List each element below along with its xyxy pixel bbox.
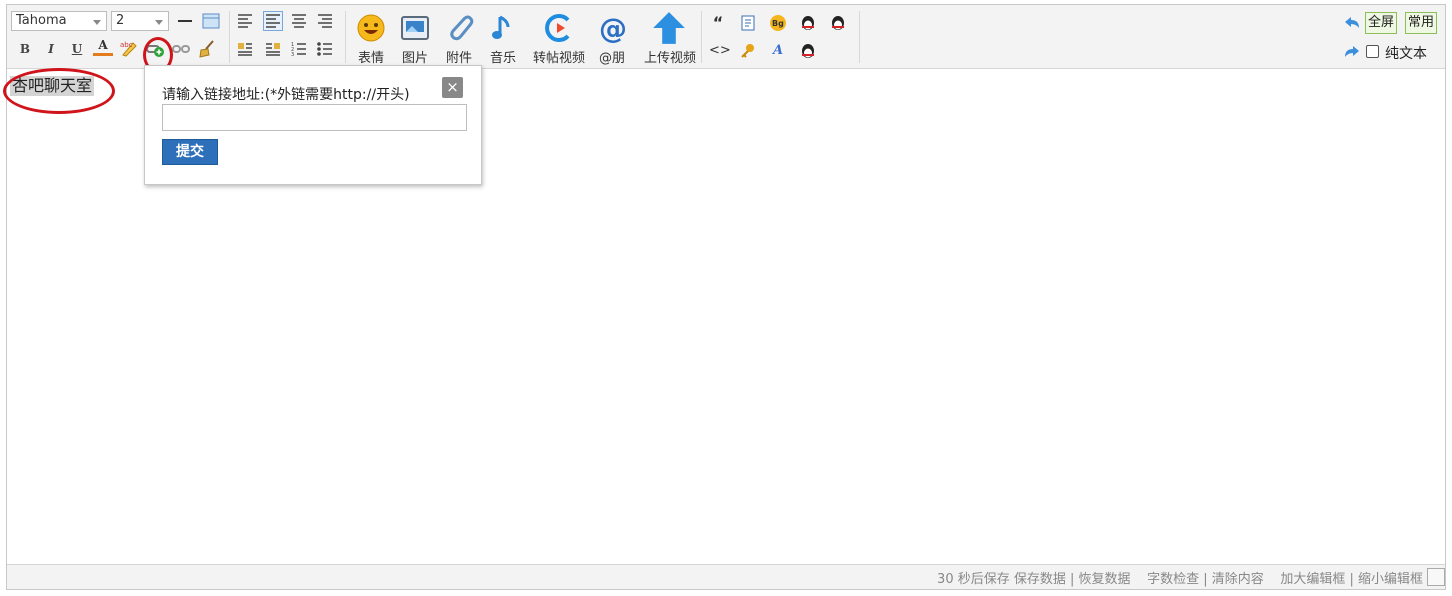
enlarge-editor-link[interactable]: 加大编辑框 xyxy=(1280,572,1345,587)
video-play-icon xyxy=(545,14,570,42)
float-left-icon[interactable] xyxy=(235,39,255,59)
font-size-value: 2 xyxy=(116,13,125,28)
horizontal-rule-icon[interactable] xyxy=(175,11,195,31)
align-center-icon[interactable] xyxy=(289,11,309,31)
toolbar-divider xyxy=(701,11,702,63)
undo-arrow-icon[interactable] xyxy=(1343,14,1361,32)
url-input[interactable] xyxy=(162,104,467,131)
editor-toolbar: Tahoma 2 B I U A abc 1 2 3 表情 图片 附件 音乐 转… xyxy=(7,5,1445,69)
toolbar-divider xyxy=(859,11,860,63)
shrink-editor-link[interactable]: 缩小编辑框 xyxy=(1358,572,1423,587)
smiley-icon xyxy=(357,14,385,42)
font-color-button[interactable]: A xyxy=(93,37,113,56)
autosave-countdown: 30 秒后保存 xyxy=(937,572,1010,587)
qq-penguin-icon[interactable] xyxy=(829,14,847,32)
save-data-link[interactable]: 保存数据 xyxy=(1014,572,1066,587)
font-size-select[interactable]: 2 xyxy=(111,11,169,31)
insert-link-dialog: 请输入链接地址:(*外链需要http://开头) × 提交 xyxy=(144,65,482,185)
common-button[interactable]: 常用 xyxy=(1405,12,1438,34)
code-icon[interactable]: <> xyxy=(709,42,731,60)
close-icon[interactable]: × xyxy=(442,77,463,98)
bold-button[interactable]: B xyxy=(15,39,35,59)
image-icon xyxy=(401,16,429,40)
qq-penguin-icon[interactable] xyxy=(799,14,817,32)
highlight-icon[interactable]: abc xyxy=(119,39,139,59)
underline-button[interactable]: U xyxy=(67,39,87,59)
table-icon[interactable] xyxy=(201,11,221,31)
align-justify-icon[interactable] xyxy=(263,11,283,31)
bg-color-icon[interactable]: Bg xyxy=(769,14,787,32)
font-family-value: Tahoma xyxy=(16,13,67,28)
qq-penguin-icon[interactable] xyxy=(799,42,817,60)
document-icon[interactable] xyxy=(739,14,757,32)
font-style-icon[interactable]: A xyxy=(769,42,787,60)
rich-text-editor: Tahoma 2 B I U A abc 1 2 3 表情 图片 附件 音乐 转… xyxy=(3,4,1446,590)
svg-text:3: 3 xyxy=(291,52,294,58)
submit-button[interactable]: 提交 xyxy=(162,139,218,165)
repost-video-button[interactable]: 转帖视频 xyxy=(533,13,585,67)
status-divider: | xyxy=(1065,572,1079,587)
status-bar: 30 秒后保存 保存数据 | 恢复数据 字数检查 | 清除内容 加大编辑框 | … xyxy=(7,564,1445,589)
chevron-down-icon xyxy=(155,20,163,25)
status-divider: | xyxy=(1345,572,1358,587)
upload-video-button[interactable]: 上传视频 xyxy=(644,12,696,67)
font-family-select[interactable]: Tahoma xyxy=(11,11,107,31)
dialog-title: 请输入链接地址:(*外链需要http://开头) xyxy=(162,87,410,103)
music-button[interactable]: 音乐 xyxy=(480,13,526,67)
annotation-circle-text xyxy=(3,68,115,114)
key-icon[interactable] xyxy=(739,42,757,60)
bg-badge-text: Bg xyxy=(772,19,784,28)
toolbar-divider xyxy=(229,11,230,63)
mention-button[interactable]: @ @朋 xyxy=(589,13,635,67)
clear-content-link[interactable]: 清除内容 xyxy=(1212,572,1264,587)
status-links: 30 秒后保存 保存数据 | 恢复数据 字数检查 | 清除内容 加大编辑框 | … xyxy=(937,568,1423,587)
resize-handle-icon[interactable] xyxy=(1427,568,1445,586)
status-divider: | xyxy=(1199,572,1212,587)
clear-format-broom-icon[interactable] xyxy=(197,39,217,59)
chevron-down-icon xyxy=(93,20,101,25)
fullscreen-button[interactable]: 全屏 xyxy=(1365,12,1398,34)
upload-arrow-icon xyxy=(653,12,685,44)
quote-icon[interactable]: “ xyxy=(709,14,727,32)
redo-arrow-icon[interactable] xyxy=(1343,43,1361,61)
ordered-list-icon[interactable]: 123 xyxy=(289,39,309,59)
align-right-icon[interactable] xyxy=(315,11,335,31)
unlink-icon[interactable] xyxy=(171,39,191,59)
paperclip-icon xyxy=(450,15,474,41)
word-check-link[interactable]: 字数检查 xyxy=(1147,572,1199,587)
upload-video-label: 上传视频 xyxy=(643,51,696,66)
music-note-icon xyxy=(492,15,510,39)
mention-label: @朋 xyxy=(598,51,625,66)
restore-data-link[interactable]: 恢复数据 xyxy=(1079,572,1131,587)
plaintext-checkbox[interactable] xyxy=(1366,45,1379,58)
plaintext-label: 纯文本 xyxy=(1385,46,1427,62)
align-left-icon[interactable] xyxy=(235,11,255,31)
at-icon: @ xyxy=(599,13,627,43)
italic-button[interactable]: I xyxy=(41,39,61,59)
unordered-list-icon[interactable] xyxy=(315,39,335,59)
svg-text:@: @ xyxy=(599,13,627,43)
svg-text:abc: abc xyxy=(120,41,133,49)
float-right-icon[interactable] xyxy=(263,39,283,59)
